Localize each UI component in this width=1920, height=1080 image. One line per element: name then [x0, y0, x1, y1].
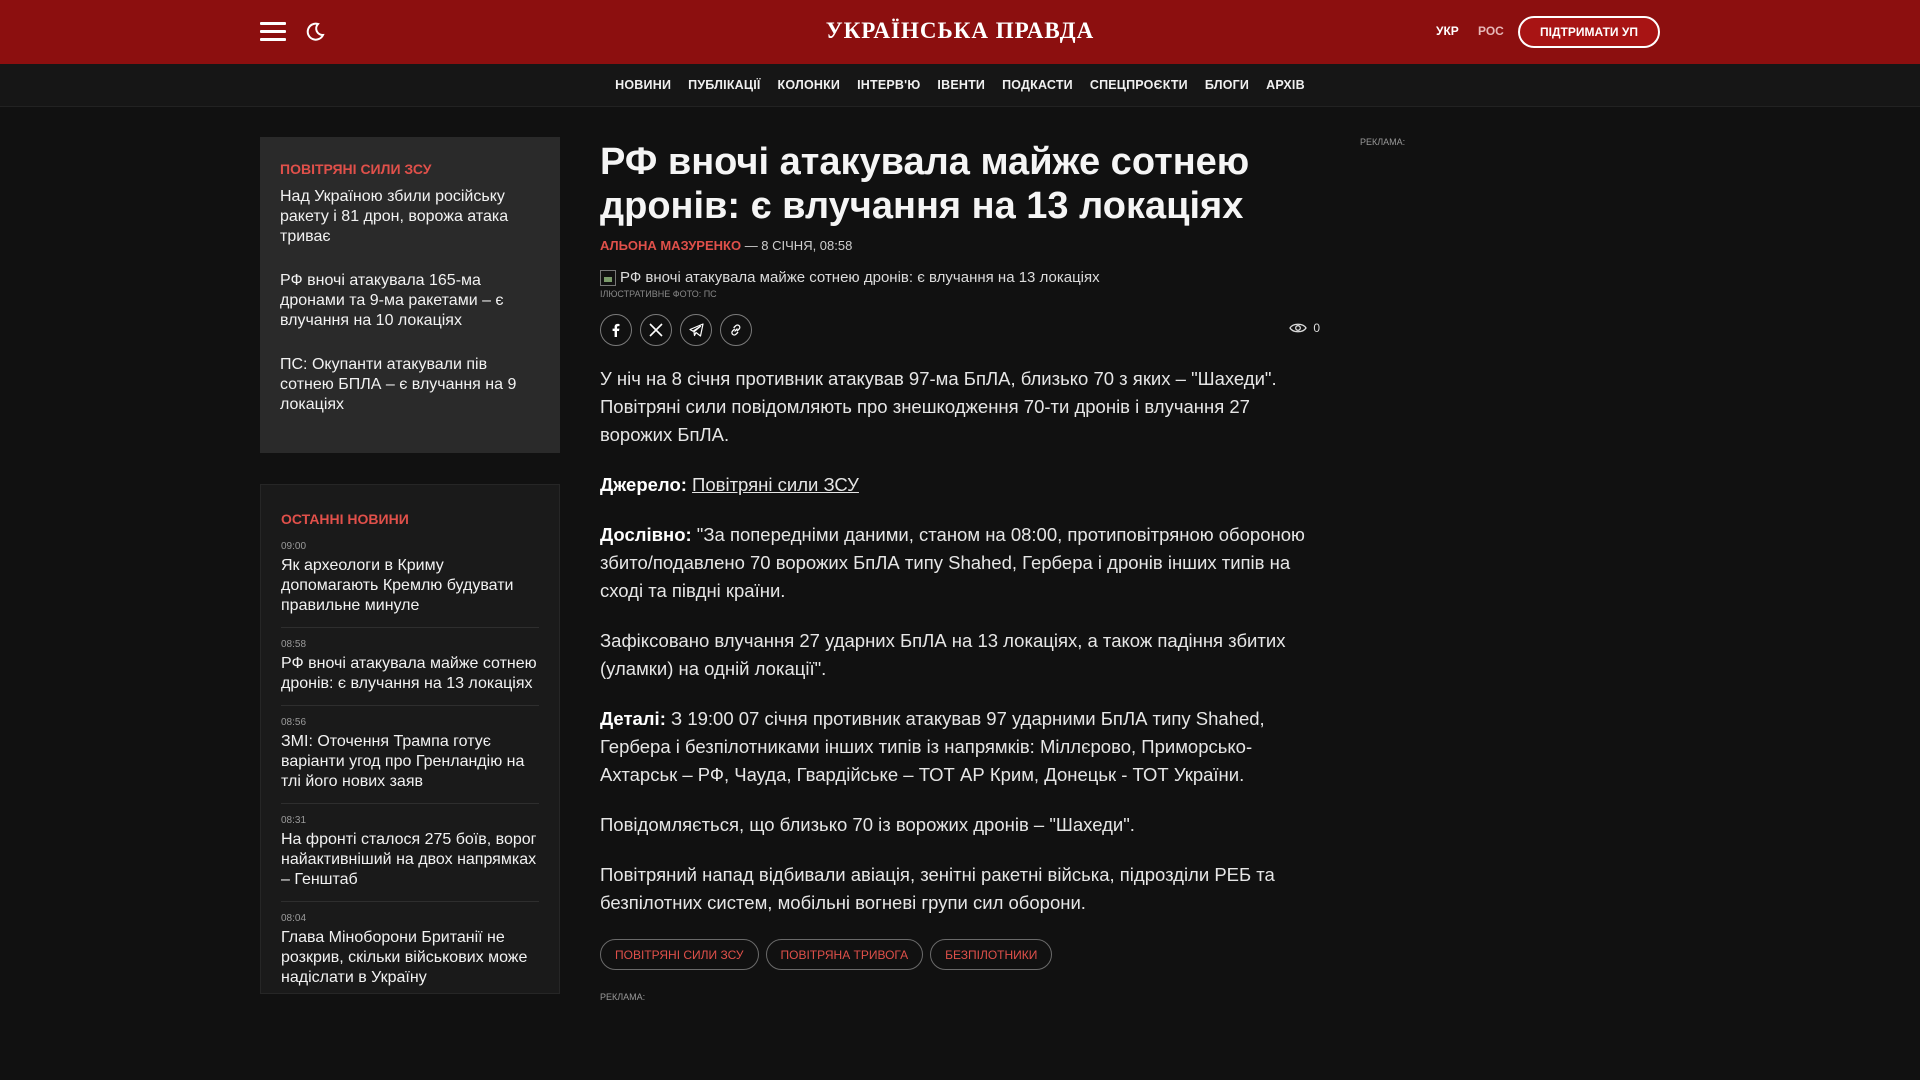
tag-drones[interactable]: БЕЗПІЛОТНИКИ [930, 939, 1053, 970]
x-icon [649, 323, 663, 337]
source-link[interactable]: Повітряні сили ЗСУ [692, 474, 859, 495]
related-item[interactable]: РФ вночі атакувала 165-ма дронами та 9-м… [280, 271, 540, 331]
news-time: 08:58 [281, 639, 307, 650]
nav-item-special-projects[interactable]: СПЕЦПРОЄКТИ [1090, 78, 1188, 92]
share-facebook-button[interactable] [600, 314, 632, 346]
news-title[interactable]: Глава Міноборони Британії не розкрив, ск… [281, 928, 539, 988]
related-section-title[interactable]: ПОВІТРЯНІ СИЛИ ЗСУ [280, 161, 540, 177]
link-icon [731, 324, 741, 336]
quote-paragraph: Дослівно: "За попередніми даними, станом… [600, 521, 1320, 605]
copy-link-button[interactable] [720, 314, 752, 346]
tag-list: ПОВІТРЯНІ СИЛИ ЗСУ ПОВІТРЯНА ТРИВОГА БЕЗ… [600, 939, 1320, 970]
article-image: РФ вночі атакувала майже сотнею дронів: … [600, 269, 1320, 286]
telegram-icon [688, 323, 704, 337]
top-bar: УКРАЇНСЬКА ПРАВДА УКР РОС ПІДТРИМАТИ УП [0, 0, 1920, 64]
author-link[interactable]: АЛЬОНА МАЗУРЕНКО [600, 238, 741, 253]
source-label: Джерело: [600, 474, 687, 495]
view-count: 0 [1313, 321, 1320, 335]
tag-air-force[interactable]: ПОВІТРЯНІ СИЛИ ЗСУ [600, 939, 759, 970]
quote-text: "За попередніми даними, станом на 08:00,… [600, 524, 1305, 601]
lang-ukr-link[interactable]: УКР [1436, 24, 1459, 38]
related-item[interactable]: Над Україною збили російську ракету і 81… [280, 187, 540, 247]
details-paragraph: Деталі: З 19:00 07 січня противник атаку… [600, 705, 1320, 789]
nav-item-publications[interactable]: ПУБЛІКАЦІЇ [688, 78, 760, 92]
nav-item-archive[interactable]: АРХІВ [1266, 78, 1305, 92]
latest-news-item[interactable]: 08:56 ЗМІ: Оточення Трампа готує варіант… [281, 717, 539, 804]
article-byline: АЛЬОНА МАЗУРЕНКО — 8 СІЧНЯ, 08:58 [600, 238, 1320, 253]
view-counter: 0 [1289, 321, 1320, 335]
related-item[interactable]: ПС: Окупанти атакували пів сотнею БПЛА –… [280, 355, 540, 415]
nav-item-events[interactable]: ІВЕНТИ [937, 78, 985, 92]
broken-image-icon [600, 269, 616, 286]
tag-air-alert[interactable]: ПОВІТРЯНА ТРИВОГА [765, 939, 924, 970]
nav-item-news[interactable]: НОВИНИ [615, 78, 671, 92]
news-title[interactable]: ЗМІ: Оточення Трампа готує варіанти угод… [281, 732, 539, 792]
source-paragraph: Джерело: Повітряні сили ЗСУ [600, 471, 1320, 499]
share-telegram-button[interactable] [680, 314, 712, 346]
paragraph: Повітряний напад відбивали авіація, зені… [600, 864, 1275, 913]
ad-label-sidebar: РЕКЛАМА: [1360, 137, 1406, 147]
latest-section-title[interactable]: ОСТАННІ НОВИНИ [281, 511, 539, 527]
news-time: 08:56 [281, 717, 307, 728]
ad-label: РЕКЛАМА: [600, 992, 646, 1002]
news-time: 08:04 [281, 913, 307, 924]
related-news-box: ПОВІТРЯНІ СИЛИ ЗСУ Над Україною збили ро… [260, 137, 560, 453]
paragraph: У ніч на 8 січня противник атакував 97-м… [600, 368, 1277, 445]
facebook-icon [612, 323, 620, 337]
nav-item-podcasts[interactable]: ПОДКАСТИ [1002, 78, 1073, 92]
latest-news-item[interactable]: 08:04 Глава Міноборони Британії не розкр… [281, 913, 539, 993]
eye-icon [1289, 323, 1308, 333]
share-x-button[interactable] [640, 314, 672, 346]
article-headline: РФ вночі атакувала майже сотнею дронів: … [600, 141, 1250, 227]
lang-ros-link[interactable]: РОС [1478, 24, 1504, 38]
paragraph: Зафіксовано влучання 27 ударних БпЛА на … [600, 630, 1286, 679]
quote-label: Дослівно: [600, 524, 692, 545]
news-title[interactable]: РФ вночі атакувала майже сотнею дронів: … [281, 654, 539, 694]
share-bar: 0 [600, 313, 1320, 347]
latest-news-item[interactable]: 09:00 Як археологи в Криму допомагають К… [281, 541, 539, 628]
main-nav: НОВИНИ ПУБЛІКАЦІЇ КОЛОНКИ ІНТЕРВ'Ю ІВЕНТ… [0, 64, 1920, 107]
paragraph: Повідомляється, що близько 70 із ворожих… [600, 814, 1135, 835]
news-title[interactable]: Як археологи в Криму допомагають Кремлю … [281, 556, 539, 616]
image-alt-text: РФ вночі атакувала майже сотнею дронів: … [620, 269, 1100, 286]
news-title[interactable]: На фронті сталося 275 боїв, ворог найакт… [281, 830, 539, 890]
image-caption: ІЛЮСТРАТИВНЕ ФОТО: ПС [600, 289, 717, 299]
latest-news-item[interactable]: 08:31 На фронті сталося 275 боїв, ворог … [281, 815, 539, 902]
news-time: 08:31 [281, 815, 307, 826]
support-button[interactable]: ПІДТРИМАТИ УП [1518, 16, 1660, 48]
article-date: — 8 СІЧНЯ, 08:58 [741, 238, 853, 253]
latest-news-item[interactable]: 08:58 РФ вночі атакувала майже сотнею др… [281, 639, 539, 706]
details-label: Деталі: [600, 708, 666, 729]
nav-item-interviews[interactable]: ІНТЕРВ'Ю [857, 78, 920, 92]
details-text: З 19:00 07 січня противник атакував 97 у… [600, 708, 1265, 785]
nav-item-blogs[interactable]: БЛОГИ [1205, 78, 1249, 92]
latest-news-box: ОСТАННІ НОВИНИ 09:00 Як археологи в Крим… [260, 484, 560, 994]
article: РФ вночі атакувала майже сотнею дронів: … [600, 140, 1320, 1002]
news-time: 09:00 [281, 541, 307, 552]
nav-item-columns[interactable]: КОЛОНКИ [778, 78, 841, 92]
article-body: У ніч на 8 січня противник атакував 97-м… [600, 365, 1320, 917]
